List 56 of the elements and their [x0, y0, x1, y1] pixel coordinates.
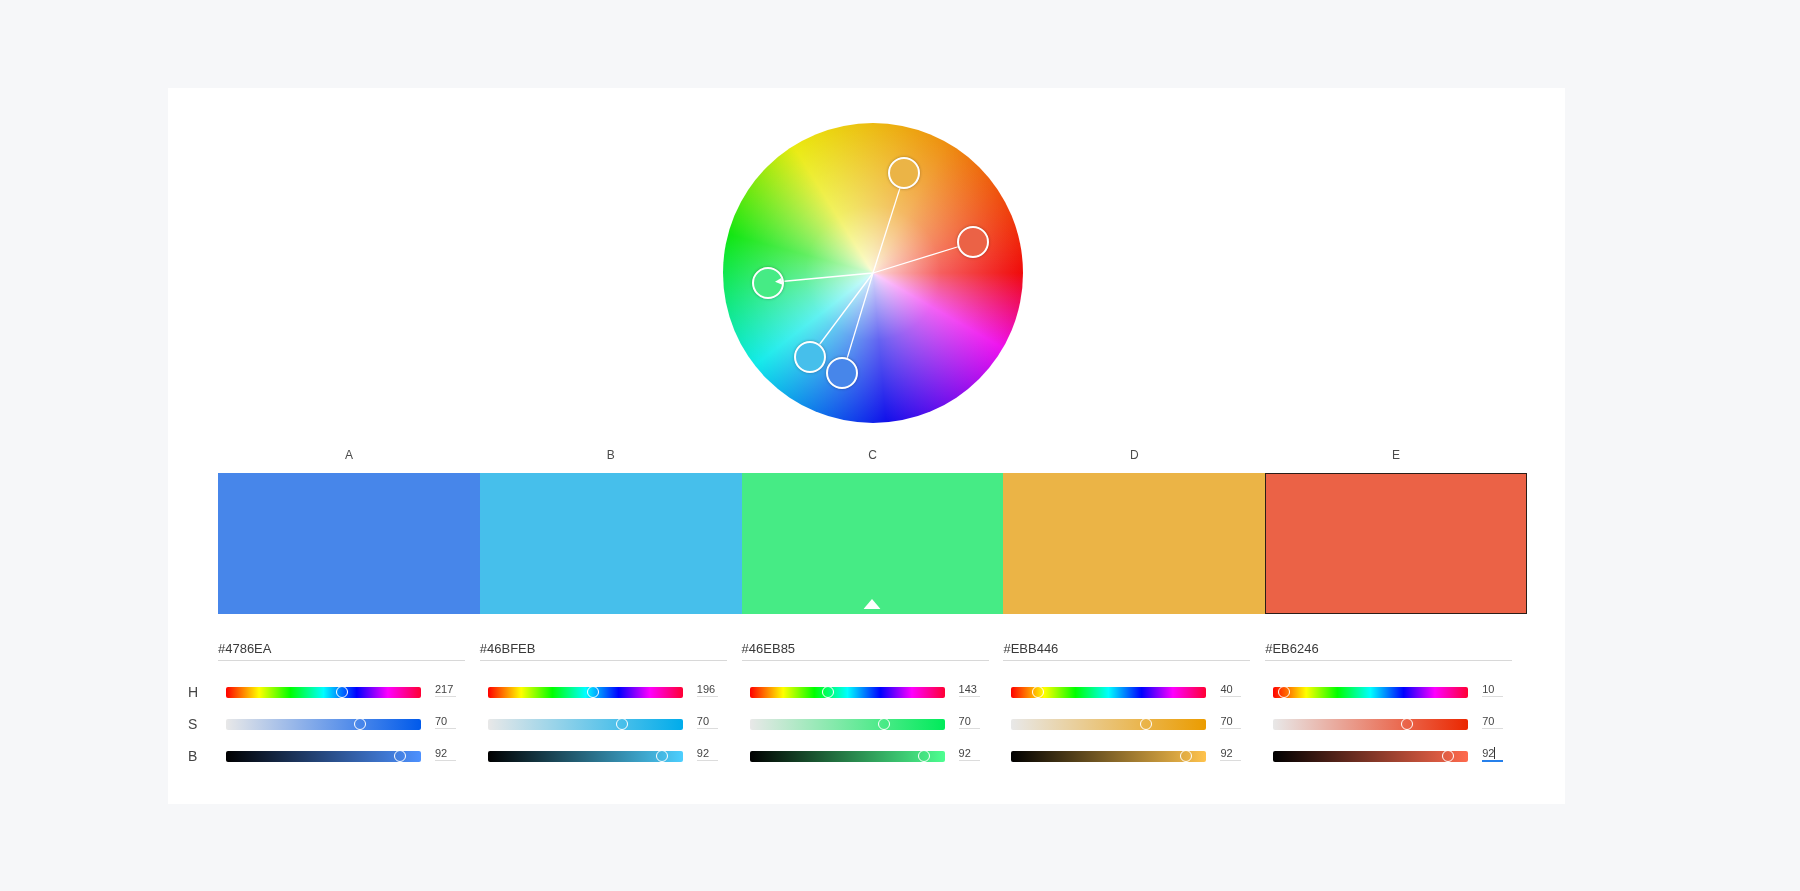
value-field[interactable]: 92 [958, 747, 980, 761]
channel-label: H [188, 684, 199, 700]
value-field[interactable]: 196 [696, 683, 718, 697]
brightness-slider-track[interactable] [487, 750, 683, 762]
color-handle[interactable] [888, 156, 921, 189]
value-field[interactable]: 10 [1482, 683, 1504, 697]
hue-slider-track[interactable] [749, 686, 945, 698]
value-field[interactable]: 217 [434, 683, 456, 697]
swatch-label: C [868, 448, 877, 463]
hue-slider-track[interactable] [1273, 686, 1469, 698]
color-swatch[interactable] [1003, 473, 1266, 614]
value-field[interactable]: 70 [696, 715, 718, 729]
color-swatch[interactable] [218, 473, 480, 614]
hue-slider-track[interactable] [487, 686, 683, 698]
value-field[interactable]: 92 [1482, 746, 1504, 762]
brightness-slider-track[interactable] [1273, 750, 1469, 762]
color-handle[interactable] [826, 357, 859, 390]
saturation-slider-track[interactable] [487, 718, 683, 730]
value-field[interactable]: 70 [434, 715, 456, 729]
value-field[interactable]: 92 [1220, 747, 1242, 761]
color-swatch[interactable] [479, 473, 742, 614]
hue-slider-track[interactable] [225, 686, 421, 698]
hex-field[interactable]: #EBB446 [1003, 638, 1251, 661]
value-field[interactable]: 40 [1220, 683, 1242, 697]
saturation-slider-track[interactable] [225, 718, 421, 730]
color-handle[interactable] [751, 266, 784, 299]
color-handle[interactable] [793, 341, 826, 374]
saturation-slider-track[interactable] [1011, 718, 1207, 730]
swatch-label: E [1392, 448, 1401, 463]
base-marker-icon [775, 277, 783, 286]
channel-label: B [188, 748, 198, 764]
swatch-label: D [1129, 448, 1139, 463]
hue-slider-track[interactable] [1011, 686, 1207, 698]
color-swatch[interactable] [741, 473, 1004, 614]
hex-field[interactable]: #EB6246 [1265, 638, 1513, 661]
value-field[interactable]: 92 [696, 747, 718, 761]
saturation-slider-track[interactable] [1273, 718, 1469, 730]
hex-field[interactable]: #46EB85 [741, 638, 989, 661]
base-marker-icon [864, 599, 881, 609]
brightness-slider-track[interactable] [749, 750, 945, 762]
value-field[interactable]: 92 [434, 747, 456, 761]
value-field[interactable]: 70 [1220, 715, 1242, 729]
saturation-slider-track[interactable] [749, 718, 945, 730]
value-field[interactable]: 70 [1482, 715, 1504, 729]
swatch-label: B [606, 448, 615, 463]
brightness-slider-track[interactable] [225, 750, 421, 762]
hex-field[interactable]: #4786EA [217, 638, 465, 661]
hex-field[interactable]: #46BFEB [479, 638, 727, 661]
value-field[interactable]: 143 [958, 683, 980, 697]
color-swatch[interactable] [1265, 473, 1527, 614]
value-field[interactable]: 70 [958, 715, 980, 729]
brightness-slider-track[interactable] [1011, 750, 1207, 762]
color-handle[interactable] [956, 226, 989, 258]
swatch-label: A [344, 448, 353, 463]
channel-label: S [188, 716, 198, 732]
text-cursor-icon [1494, 747, 1496, 759]
